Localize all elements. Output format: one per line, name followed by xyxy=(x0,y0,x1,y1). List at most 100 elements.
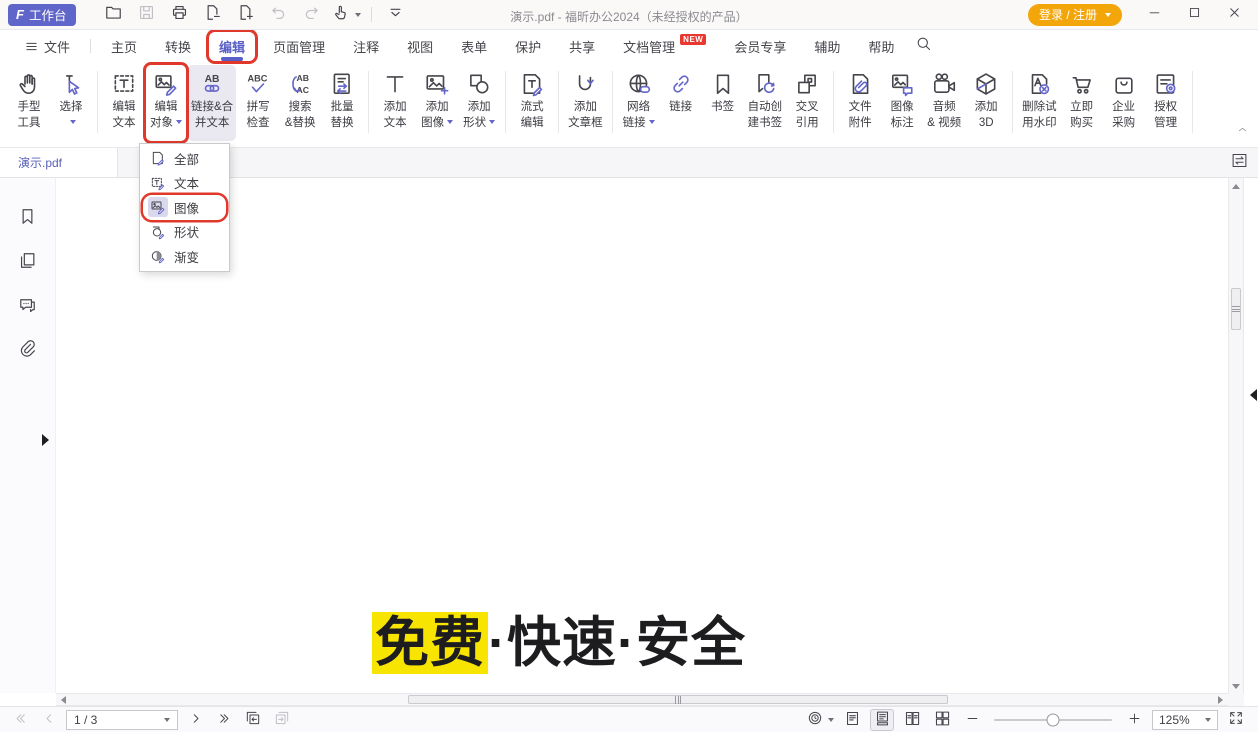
last-page-button[interactable] xyxy=(212,709,236,731)
scroll-left-arrow[interactable] xyxy=(61,696,66,704)
link-button[interactable]: 链接 xyxy=(661,65,701,141)
document-page[interactable]: 免费·快速·安全 xyxy=(56,178,1228,693)
auto-create-bookmark-button[interactable]: 自动创建书签 xyxy=(745,65,786,141)
expand-left-panel-handle[interactable] xyxy=(42,434,49,446)
menu-help[interactable]: 帮助 xyxy=(858,32,904,61)
export-page-button[interactable] xyxy=(199,3,225,27)
login-register-button[interactable]: 登录 / 注册 xyxy=(1028,4,1122,26)
menu-comment[interactable]: 注释 xyxy=(343,32,389,61)
menu-member[interactable]: 会员专享 xyxy=(724,32,796,61)
close-button[interactable] xyxy=(1220,3,1248,27)
vertical-scrollbar-thumb[interactable] xyxy=(1231,288,1241,330)
folder-open-icon xyxy=(104,3,123,27)
workspace-button[interactable]: F 工作台 xyxy=(8,4,76,26)
customize-toolbar-button[interactable] xyxy=(382,3,408,27)
audio-video-button[interactable]: 音频& 视频 xyxy=(924,65,964,141)
edit-object-shape[interactable]: 形状 xyxy=(143,220,226,245)
pages-panel-button[interactable] xyxy=(15,248,41,272)
add-image-button[interactable]: 添加图像 xyxy=(417,65,457,141)
search-replace-button[interactable]: ABAC搜索&替换 xyxy=(280,65,320,141)
buy-now-button[interactable]: 立即购买 xyxy=(1062,65,1102,141)
file-attachment-button[interactable]: 文件附件 xyxy=(840,65,880,141)
chevron-right-icon xyxy=(188,711,203,729)
zoom-out-button[interactable] xyxy=(960,709,984,731)
edit-object-text[interactable]: 文本 xyxy=(143,171,226,196)
zoom-slider-handle[interactable] xyxy=(1047,713,1060,726)
single-page-view-button[interactable] xyxy=(840,709,864,731)
edit-object-image[interactable]: 图像 xyxy=(143,195,226,220)
batch-replace-button[interactable]: 批量替换 xyxy=(322,65,362,141)
horizontal-scrollbar[interactable] xyxy=(56,693,1228,706)
add-3d-button[interactable]: 添加3D xyxy=(966,65,1006,141)
next-page-button[interactable] xyxy=(183,709,207,731)
link-join-text-button[interactable]: AB链接&合并文本 xyxy=(188,65,236,141)
menu-doc-manage[interactable]: 文档管理NEW xyxy=(613,32,716,61)
create-page-button[interactable] xyxy=(232,3,258,27)
license-management-button[interactable]: 授权管理 xyxy=(1146,65,1186,141)
edit-object-all[interactable]: 全部 xyxy=(143,146,226,171)
hamburger-icon xyxy=(24,39,39,54)
maximize-button[interactable] xyxy=(1180,3,1208,27)
edit-text-button[interactable]: 编辑文本 xyxy=(104,65,144,141)
comments-panel-button[interactable] xyxy=(15,292,41,316)
add-shape-button[interactable]: 添加形状 xyxy=(459,65,499,141)
flow-edit-button[interactable]: 流式编辑 xyxy=(512,65,552,141)
scroll-right-arrow[interactable] xyxy=(1218,696,1223,704)
bookmark-button[interactable]: 书签 xyxy=(703,65,743,141)
facing-view-button[interactable] xyxy=(900,709,924,731)
print-button[interactable] xyxy=(166,3,192,27)
add-article-box-button[interactable]: 添加文章框 xyxy=(565,65,606,141)
edit-object-button[interactable]: 编辑对象 xyxy=(146,65,186,141)
select-tool-button[interactable]: 选择 xyxy=(51,65,91,141)
image-annotation-button[interactable]: 图像标注 xyxy=(882,65,922,141)
vertical-scrollbar[interactable] xyxy=(1228,178,1244,693)
remove-trial-watermark-button[interactable]: 删除试用水印 xyxy=(1019,65,1060,141)
expand-right-panel-handle[interactable] xyxy=(1250,389,1257,401)
menu-file[interactable]: 文件 xyxy=(14,32,80,61)
menu-convert[interactable]: 转换 xyxy=(155,32,201,61)
menu-protect[interactable]: 保护 xyxy=(505,32,551,61)
swap-panel-button[interactable] xyxy=(1229,153,1249,173)
page-add-icon xyxy=(236,3,255,27)
fullscreen-button[interactable] xyxy=(1224,709,1248,731)
scroll-down-arrow[interactable] xyxy=(1232,684,1240,689)
edit-object-gradient[interactable]: 渐变 xyxy=(143,244,226,269)
search-replace-icon: ABAC xyxy=(287,68,313,100)
cross-reference-button[interactable]: 交叉引用 xyxy=(787,65,827,141)
collapse-ribbon-button[interactable] xyxy=(1236,123,1249,141)
bookmarks-panel-button[interactable] xyxy=(15,204,41,228)
menu-share[interactable]: 共享 xyxy=(559,32,605,61)
continuous-view-button[interactable] xyxy=(870,709,894,731)
zoom-in-button[interactable] xyxy=(1122,709,1146,731)
spell-check-button[interactable]: ABC拼写检查 xyxy=(238,65,278,141)
enterprise-purchase-button[interactable]: 企业采购 xyxy=(1104,65,1144,141)
web-link-button[interactable]: 网络链接 xyxy=(619,65,659,141)
touch-mode-button[interactable] xyxy=(331,3,361,27)
redo-icon xyxy=(302,3,321,27)
menu-page-manage[interactable]: 页面管理 xyxy=(263,32,335,61)
search-icon xyxy=(915,35,932,57)
menu-home[interactable]: 主页 xyxy=(101,32,147,61)
scroll-up-arrow[interactable] xyxy=(1232,184,1240,189)
facing-continuous-view-button[interactable] xyxy=(930,709,954,731)
attachments-panel-button[interactable] xyxy=(15,336,41,360)
menu-edit[interactable]: 编辑 xyxy=(209,32,255,61)
document-tab[interactable]: 演示.pdf xyxy=(0,148,118,177)
search-button[interactable] xyxy=(910,34,936,58)
headline-rest-text: ·快速·安全 xyxy=(488,613,746,673)
auto-scroll-button[interactable] xyxy=(807,709,834,731)
ribbon-label: 手型 xyxy=(18,100,41,116)
hand-tool-button[interactable]: 手型工具 xyxy=(9,65,49,141)
add-text-button[interactable]: 添加文本 xyxy=(375,65,415,141)
open-file-button[interactable] xyxy=(100,3,126,27)
menu-form[interactable]: 表单 xyxy=(451,32,497,61)
menu-assist[interactable]: 辅助 xyxy=(804,32,850,61)
page-number-input[interactable]: 1 / 3 xyxy=(66,710,178,730)
zoom-slider[interactable] xyxy=(994,719,1112,721)
minimize-button[interactable] xyxy=(1140,3,1168,27)
zoom-level-select[interactable]: 125% xyxy=(1152,710,1218,730)
ribbon-label: 采购 xyxy=(1112,116,1135,132)
menu-view[interactable]: 视图 xyxy=(397,32,443,61)
horizontal-scrollbar-thumb[interactable] xyxy=(408,695,948,704)
previous-view-button[interactable] xyxy=(241,709,265,731)
